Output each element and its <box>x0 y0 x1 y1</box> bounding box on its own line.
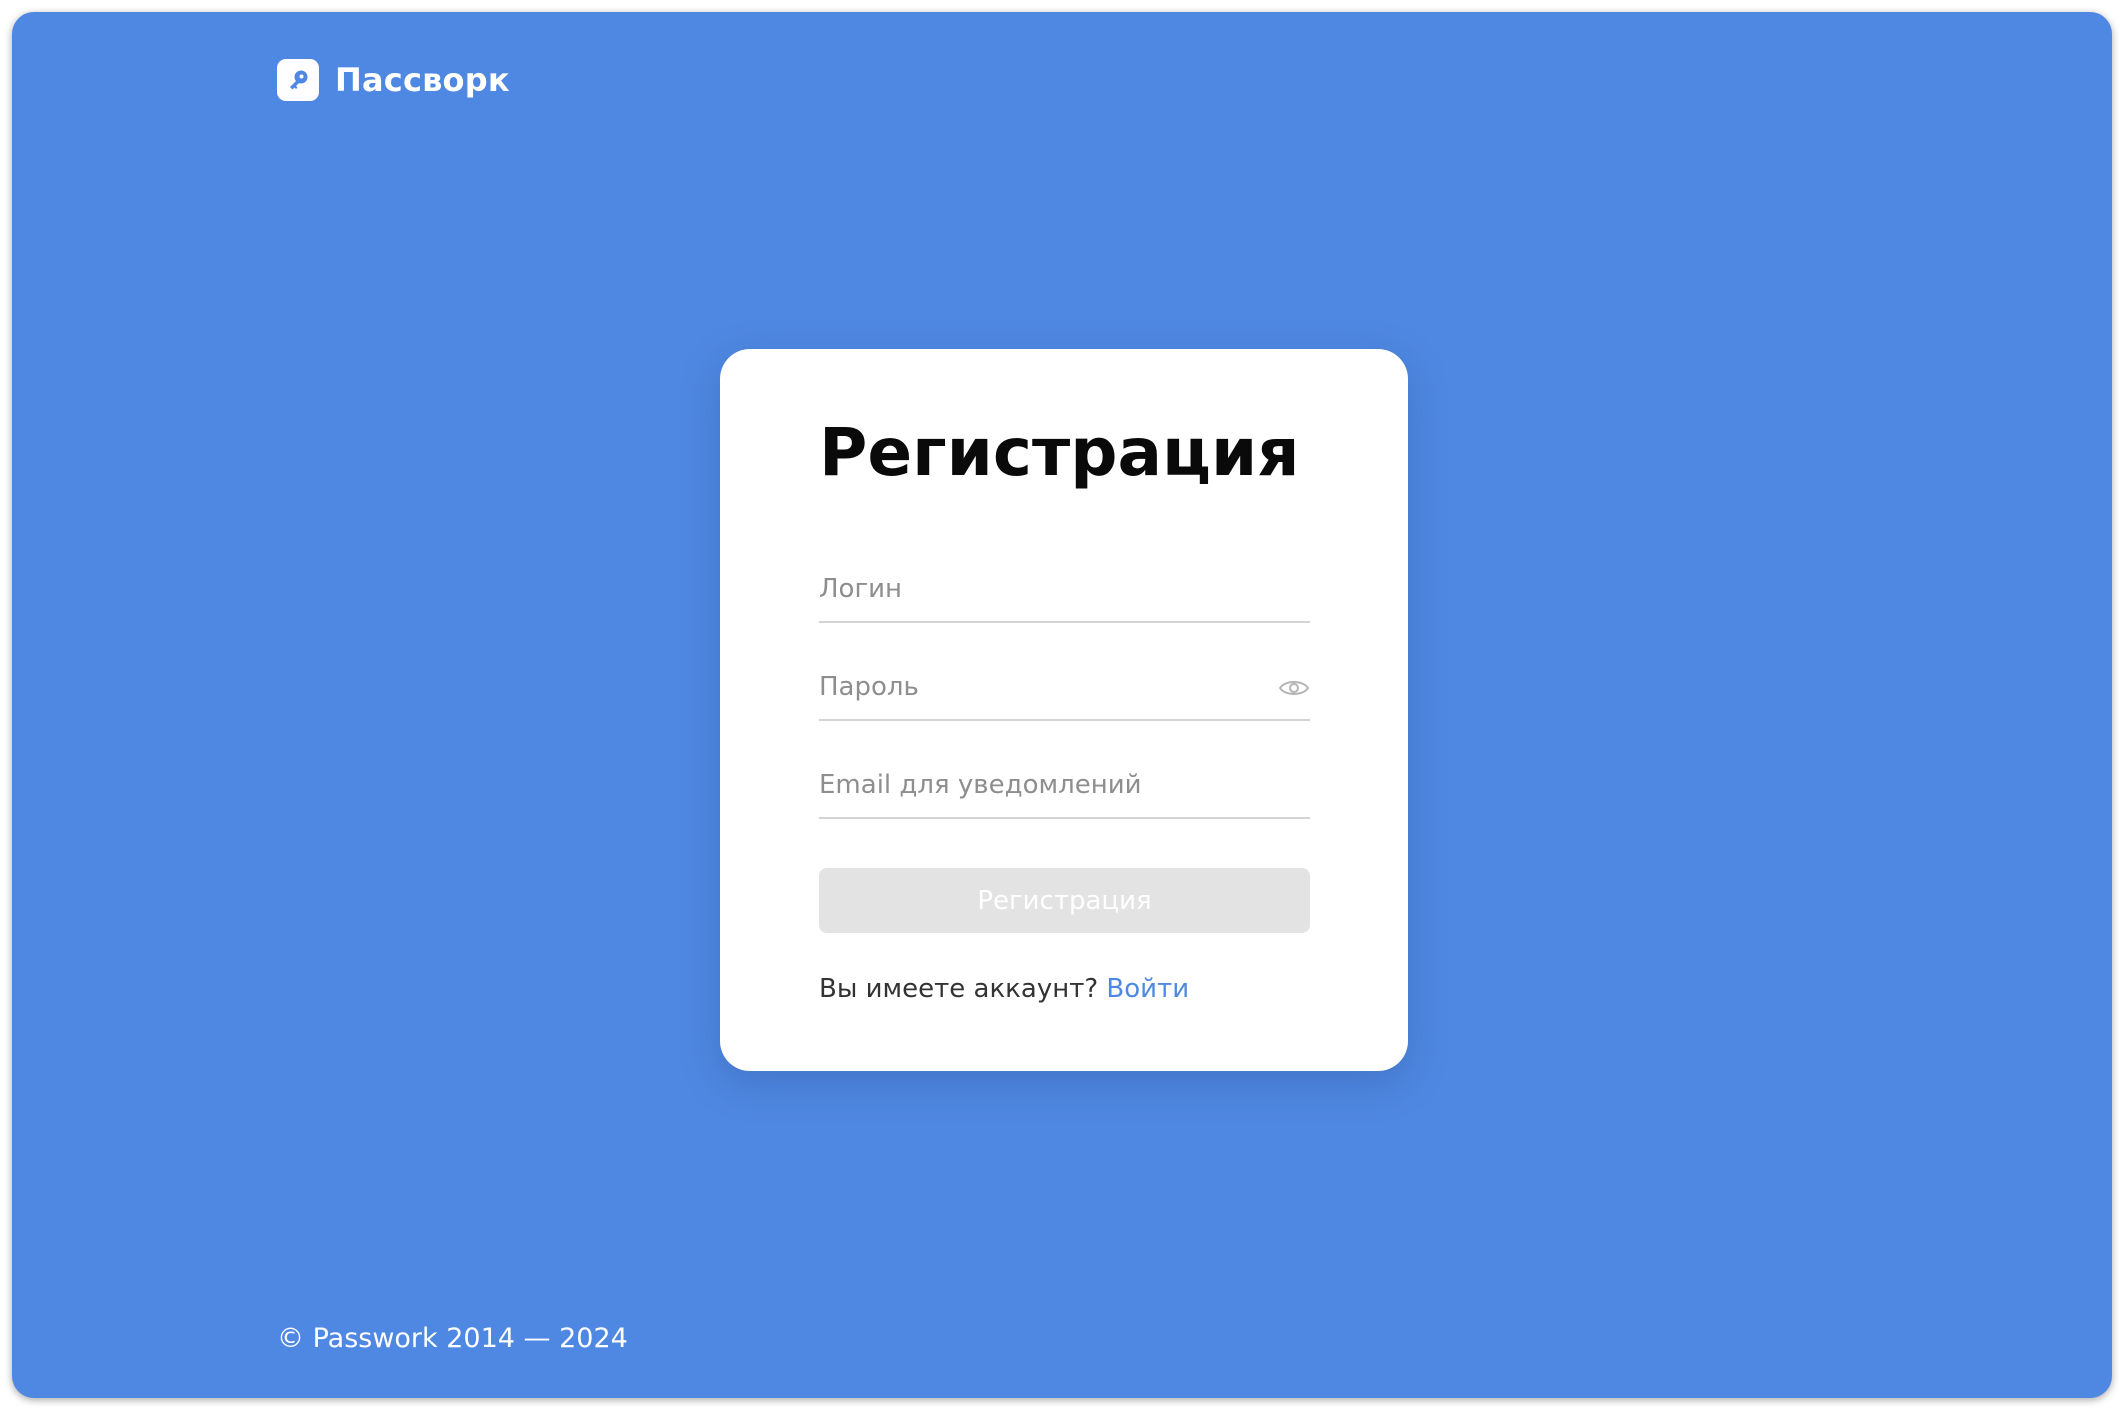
brand-name: Пассворк <box>335 61 510 99</box>
account-prompt-text: Вы имеете аккаунт? <box>819 974 1107 1004</box>
key-icon <box>277 59 319 101</box>
signin-link[interactable]: Войти <box>1106 974 1189 1004</box>
page-title: Регистрация <box>819 414 1300 491</box>
email-input[interactable] <box>819 755 1259 815</box>
login-input[interactable] <box>819 559 1259 619</box>
password-input[interactable] <box>819 657 1259 717</box>
email-field-wrapper <box>819 755 1310 819</box>
account-prompt-line: Вы имеете аккаунт? Войти <box>819 974 1189 1004</box>
registration-card: Регистрация Регистрация Вы имеете аккаун… <box>720 349 1408 1071</box>
footer-copyright: © Passwork 2014 — 2024 <box>277 1323 628 1354</box>
brand-logo[interactable]: Пассворк <box>277 58 510 102</box>
app-background: Пассворк Регистрация Регистрация Вы имее… <box>12 12 2112 1398</box>
eye-icon[interactable] <box>1278 673 1310 703</box>
register-button[interactable]: Регистрация <box>819 868 1310 933</box>
login-field-wrapper <box>819 559 1310 623</box>
password-field-wrapper <box>819 657 1310 721</box>
